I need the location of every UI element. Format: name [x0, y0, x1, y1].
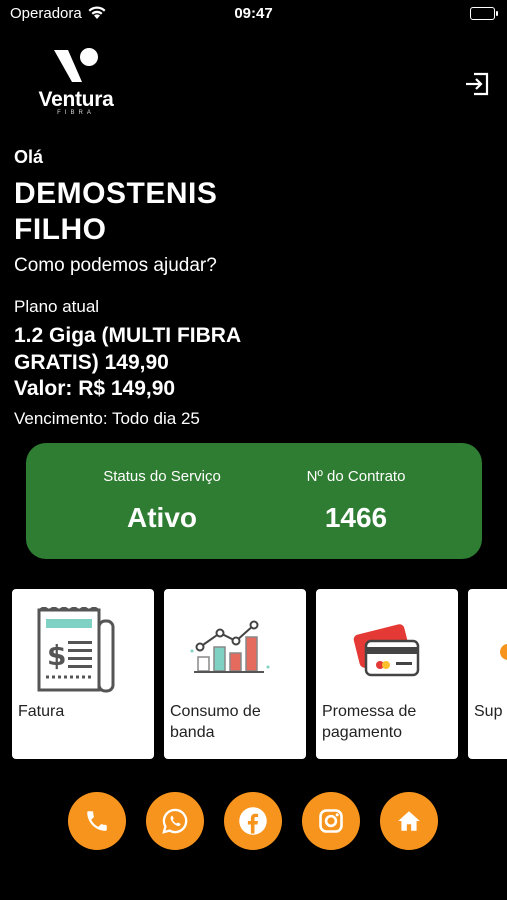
tile-payment-promise[interactable]: Promessa de pagamento — [316, 589, 458, 759]
logout-icon[interactable] — [463, 70, 491, 98]
tile-bandwidth[interactable]: Consumo de banda — [164, 589, 306, 759]
phone-button[interactable] — [68, 792, 126, 850]
tile-payment-promise-label: Promessa de pagamento — [322, 703, 417, 741]
instagram-button[interactable] — [302, 792, 360, 850]
contract-number: Nº do Contrato 1466 — [256, 443, 456, 534]
phone-icon — [87, 811, 107, 831]
contract-number-value: 1466 — [324, 502, 388, 533]
plan-name: 1.2 Giga (MULTI FIBRA GRATIS) 149,90 — [14, 324, 241, 374]
tile-support[interactable]: Sup — [468, 589, 507, 759]
service-status: Status do Serviço Ativo — [62, 443, 262, 534]
service-status-card: Status do Serviço Ativo Nº do Contrato 1… — [26, 443, 482, 559]
instagram-icon — [319, 809, 343, 833]
whatsapp-icon — [162, 808, 188, 834]
tile-invoice[interactable]: $ Fatura — [12, 589, 154, 759]
tile-invoice-label: Fatura — [18, 703, 65, 720]
tile-support-label: Sup — [474, 703, 503, 720]
bandwidth-chart-icon — [190, 620, 270, 673]
contact-actions — [0, 792, 507, 850]
contract-number-label: Nº do Contrato — [306, 468, 406, 485]
clock: 09:47 — [234, 5, 273, 22]
ventura-logo-mark — [54, 48, 98, 82]
status-bar: Operadora 09:47 — [0, 0, 507, 28]
greeting: Olá — [14, 147, 44, 167]
credit-card-icon — [353, 624, 420, 677]
logo-word: Ventura — [38, 88, 114, 111]
facebook-icon — [239, 807, 267, 835]
home-icon — [398, 811, 420, 831]
facebook-button[interactable] — [224, 792, 282, 850]
invoice-icon: $ — [37, 607, 115, 693]
tile-bandwidth-label: Consumo de banda — [170, 703, 261, 741]
battery-icon — [470, 7, 498, 20]
help-text: Como podemos ajudar? — [14, 255, 217, 276]
plan-due-date: Vencimento: Todo dia 25 — [14, 409, 200, 428]
svg-text:$: $ — [47, 639, 66, 672]
logo-subtitle: FIBRA — [57, 110, 95, 116]
brand-logo: Ventura FIBRA — [30, 44, 122, 120]
support-icon — [500, 644, 507, 660]
home-button[interactable] — [380, 792, 438, 850]
plan-value: Valor: R$ 149,90 — [14, 377, 176, 400]
service-status-value: Ativo — [127, 502, 197, 533]
service-tiles: $ Fatura Consumo de banda Promessa de pa… — [12, 589, 507, 759]
whatsapp-button[interactable] — [146, 792, 204, 850]
plan-label: Plano atual — [14, 297, 100, 316]
service-status-label: Status do Serviço — [103, 468, 221, 485]
user-name: DEMOSTENIS FILHO — [14, 177, 218, 246]
